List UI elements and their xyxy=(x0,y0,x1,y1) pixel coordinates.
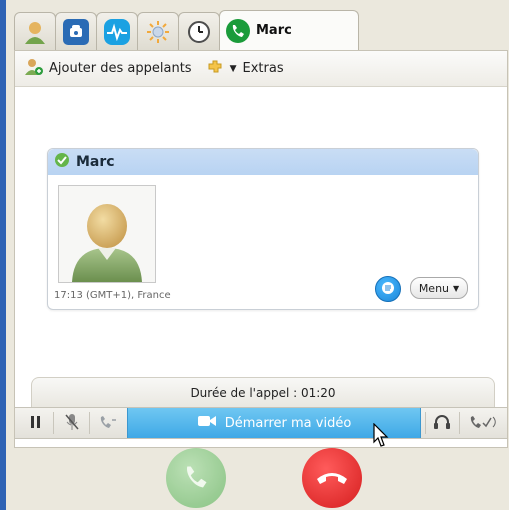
call-controls-bar: Démarrer ma vidéo xyxy=(15,407,507,439)
online-status-icon xyxy=(54,152,70,172)
extras-label: Extras xyxy=(242,61,284,76)
add-callers-button[interactable]: Ajouter des appelants xyxy=(25,58,192,80)
tab-contacts[interactable] xyxy=(14,12,56,51)
hold-button[interactable] xyxy=(23,408,49,438)
sun-icon xyxy=(145,19,171,45)
start-video-label: Démarrer ma vidéo xyxy=(224,415,352,431)
tab-label: Marc xyxy=(256,23,292,38)
microphone-muted-icon xyxy=(64,413,80,434)
tab-activity[interactable] xyxy=(96,12,138,51)
add-callers-label: Ajouter des appelants xyxy=(49,61,192,76)
call-quality-button[interactable] xyxy=(465,408,501,438)
chat-icon xyxy=(381,281,395,298)
call-signal-icon xyxy=(469,414,497,433)
contact-local-time: 17:13 (GMT+1), France xyxy=(54,290,171,301)
contacts-icon xyxy=(22,19,48,45)
mouse-cursor xyxy=(373,422,389,452)
add-contact-icon xyxy=(25,58,43,80)
tab-phone[interactable] xyxy=(55,12,97,51)
divider xyxy=(89,412,90,434)
contact-card-header: Marc xyxy=(48,149,478,175)
puzzle-icon xyxy=(206,58,224,80)
call-duration: Durée de l'appel : 01:20 xyxy=(190,386,336,400)
contact-menu-button[interactable]: Menu ▼ xyxy=(410,277,468,299)
call-duration-bar: Durée de l'appel : 01:20 xyxy=(31,377,495,408)
chat-button[interactable] xyxy=(375,276,401,302)
avatar xyxy=(58,185,156,283)
pause-icon xyxy=(30,415,42,432)
extras-button[interactable]: ▼ Extras xyxy=(206,58,284,80)
clock-icon xyxy=(186,19,212,45)
headset-icon xyxy=(433,414,451,433)
call-panel: Ajouter des appelants ▼ Extras Marc 17:1… xyxy=(14,50,508,448)
contact-card: Marc 17:13 (GMT+1), France Menu ▼ xyxy=(47,148,479,310)
tab-call-marc[interactable]: Marc xyxy=(219,10,359,50)
dropdown-arrow-icon: ▼ xyxy=(229,63,237,74)
dialpad-button[interactable] xyxy=(95,408,121,438)
tab-strip: Marc xyxy=(14,10,502,51)
video-camera-icon xyxy=(197,414,217,432)
mute-button[interactable] xyxy=(59,408,85,438)
menu-label: Menu xyxy=(418,281,450,295)
call-icon xyxy=(226,18,250,43)
phone-keypad-icon xyxy=(99,414,117,433)
activity-icon xyxy=(104,19,130,45)
divider xyxy=(459,412,460,434)
phone-icon xyxy=(63,19,89,45)
toolbar: Ajouter des appelants ▼ Extras xyxy=(15,51,507,87)
tab-sun[interactable] xyxy=(137,12,179,51)
phone-icon xyxy=(182,463,210,494)
divider xyxy=(53,412,54,434)
accept-call-button[interactable] xyxy=(166,448,226,508)
divider xyxy=(425,412,426,434)
chevron-down-icon: ▼ xyxy=(453,283,460,293)
contact-name: Marc xyxy=(76,154,115,170)
hang-up-button[interactable] xyxy=(302,448,362,508)
audio-device-button[interactable] xyxy=(429,408,455,438)
tab-clock[interactable] xyxy=(178,12,220,51)
hang-up-icon xyxy=(315,467,349,490)
